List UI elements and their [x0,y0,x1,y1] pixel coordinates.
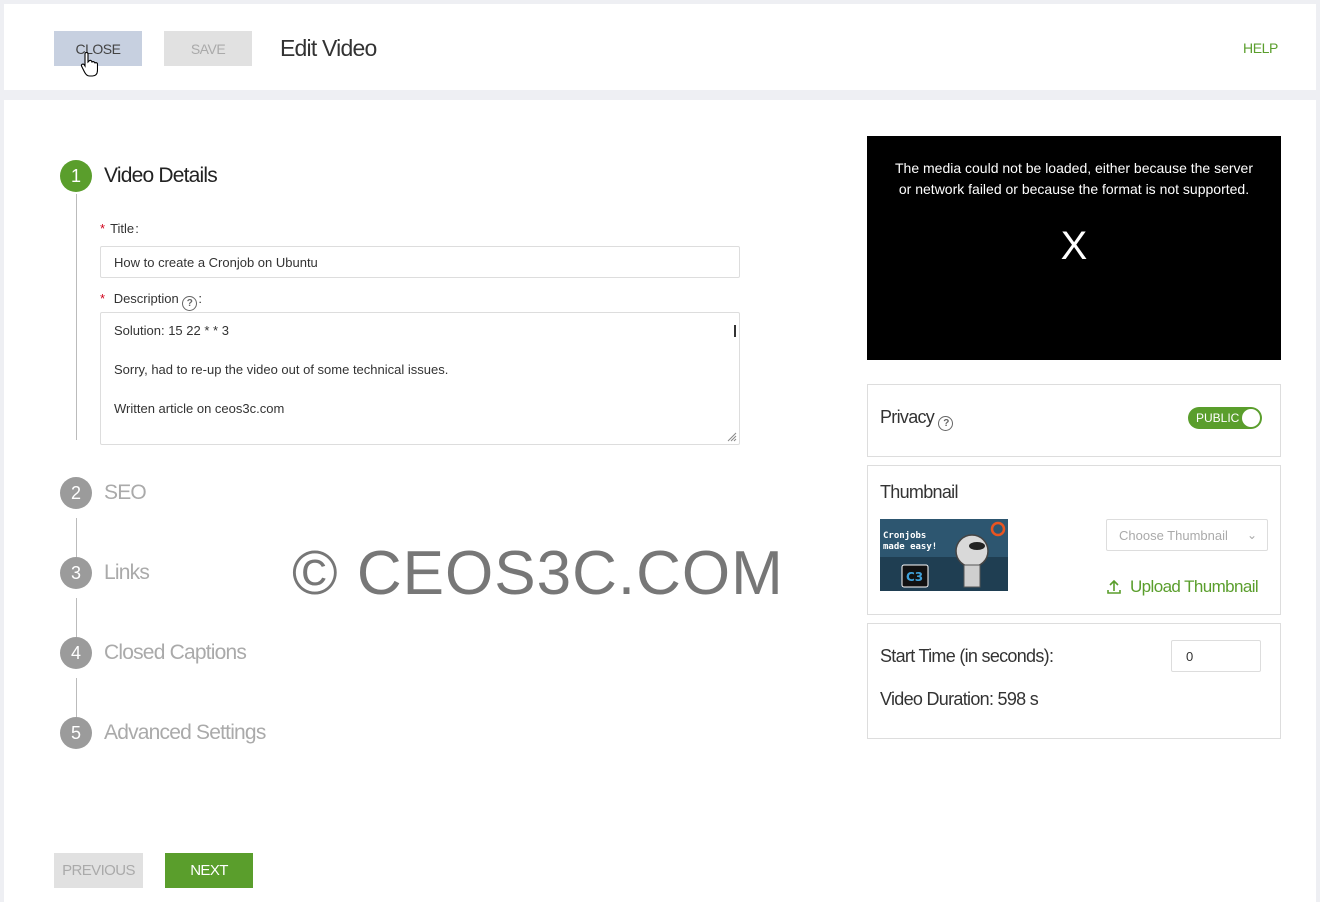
header-bar: CLOSE SAVE Edit Video HELP [4,4,1316,90]
title-label: * Title : [100,221,139,236]
video-error-message: The media could not be loaded, either be… [894,160,1253,197]
stepper-connector [76,194,77,440]
privacy-label: Privacy ? [880,407,954,431]
step-number: 2 [60,477,92,509]
text-caret [734,325,736,337]
question-icon[interactable]: ? [938,416,954,431]
thumbnail-label: Thumbnail [880,482,958,502]
step-label: Links [104,561,150,584]
resize-handle-icon[interactable] [725,430,737,442]
step-label: Advanced Settings [104,721,266,744]
description-line: Solution: 15 22 * * 3 [114,323,229,338]
video-player[interactable]: The media could not be loaded, either be… [867,136,1281,360]
upload-icon [1107,579,1121,594]
hand-cursor-icon [80,52,98,77]
step-number: 3 [60,557,92,589]
next-button[interactable]: NEXT [165,853,253,888]
description-label: * Description ? : [100,291,203,311]
video-duration-label: Video Duration: 598 s [880,689,1039,709]
video-error-x-icon: X [1060,224,1088,268]
page-title: Edit Video [280,35,377,61]
save-button[interactable]: SAVE [164,31,252,66]
step-links[interactable]: 3 Links [60,557,150,589]
privacy-card: Privacy ? PUBLIC [867,384,1281,457]
stepper-connector [76,678,77,718]
chevron-down-icon: ⌄ [1246,528,1257,542]
title-input[interactable] [100,246,740,278]
main-panel: 1 Video Details *Title : * Description ?… [4,100,1316,902]
step-number: 1 [60,160,92,192]
stepper-connector [76,518,77,558]
step-seo[interactable]: 2 SEO [60,477,147,509]
required-marker: * [100,221,106,236]
previous-button[interactable]: PREVIOUS [54,853,143,888]
step-number: 4 [60,637,92,669]
upload-thumbnail-button[interactable]: Upload Thumbnail [1106,577,1259,597]
svg-text:C3: C3 [906,570,923,584]
start-time-input[interactable] [1171,640,1261,672]
description-line: Sorry, had to re-up the video out of som… [114,362,449,377]
watermark: © CEOS3C.COM [292,539,784,608]
thumbnail-card: Thumbnail C3 Cronjobs made easy! Choose … [867,465,1281,615]
privacy-toggle[interactable]: PUBLIC [1188,407,1262,429]
step-number: 5 [60,717,92,749]
step-label: Closed Captions [104,641,247,664]
start-time-label: Start Time (in seconds): [880,646,1054,666]
step-advanced-settings[interactable]: 5 Advanced Settings [60,717,266,749]
thumbnail-caption: Cronjobs made easy! [883,531,938,552]
step-label: SEO [104,481,147,504]
question-icon[interactable]: ? [182,296,198,311]
close-button[interactable]: CLOSE [54,31,142,66]
timing-card: Start Time (in seconds): Video Duration:… [867,623,1281,739]
thumbnail-artwork-icon: C3 [880,519,1008,591]
required-marker: * [100,291,106,306]
description-textarea[interactable]: Solution: 15 22 * * 3 Sorry, had to re-u… [100,312,740,445]
toggle-label: PUBLIC [1196,411,1240,425]
help-link[interactable]: HELP [1243,40,1278,56]
stepper-connector [76,598,77,638]
step-closed-captions[interactable]: 4 Closed Captions [60,637,247,669]
step-video-details[interactable]: 1 Video Details [60,160,218,192]
choose-thumbnail-select[interactable]: Choose Thumbnail ⌄ [1106,519,1268,551]
thumbnail-image[interactable]: C3 Cronjobs made easy! [880,519,1008,591]
toggle-knob [1242,409,1260,427]
description-line: Written article on ceos3c.com [114,401,285,416]
step-label: Video Details [104,164,218,187]
